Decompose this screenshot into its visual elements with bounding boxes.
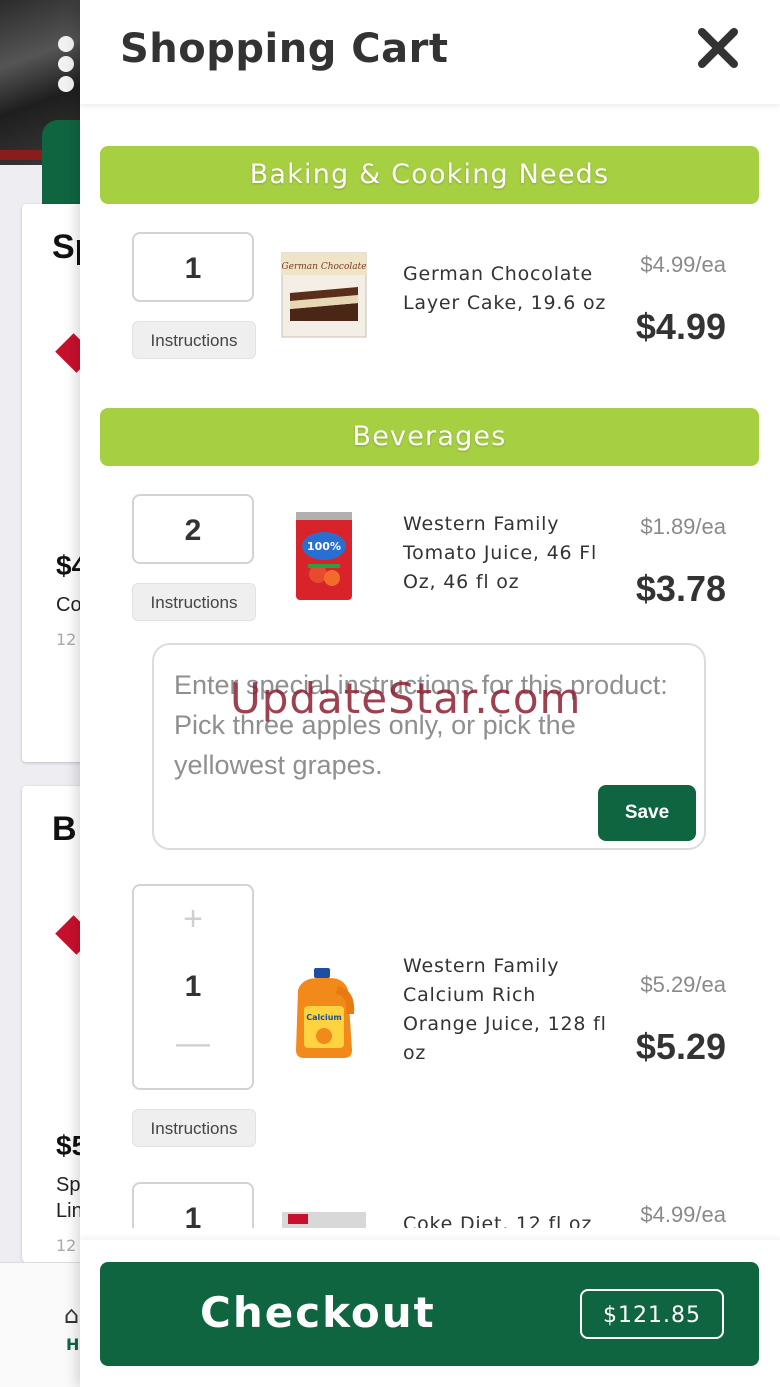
card-heading: B — [52, 810, 77, 848]
line-total: $4.99 — [635, 306, 726, 347]
instructions-button[interactable]: Instructions — [132, 321, 256, 359]
background-page: Sp $4 Co 12 B $5 Sp Lin 12 ⌂ H — [0, 0, 80, 1387]
quantity-field[interactable]: 2 — [132, 494, 254, 564]
home-nav-label[interactable]: H — [66, 1335, 79, 1354]
line-total: $3.78 — [635, 568, 726, 609]
cart-total-badge: $121.85 — [580, 1289, 724, 1339]
more-menu-icon[interactable] — [58, 36, 76, 96]
product-name[interactable]: German Chocolate Layer Cake, 19.6 oz — [403, 260, 613, 318]
close-icon[interactable] — [694, 24, 742, 72]
product-name[interactable]: Western Family Tomato Juice, 46 Fl Oz, 4… — [403, 510, 613, 597]
product-image-cake[interactable]: German Chocolate — [278, 249, 370, 341]
product-name[interactable]: Western Family Calcium Rich Orange Juice… — [403, 952, 613, 1068]
card-price: $5 — [56, 1130, 80, 1161]
line-total: $5.29 — [635, 1026, 726, 1067]
product-image-tomato-juice[interactable]: 100% — [278, 508, 370, 600]
cart-header: Shopping Cart — [80, 0, 780, 104]
sale-tag-icon — [55, 915, 80, 955]
card-product-size: 12 — [56, 630, 77, 649]
shopping-cart-drawer: Shopping Cart Baking & Cooking Needs 1 I… — [80, 0, 780, 1387]
unit-price: $4.99/ea — [640, 252, 726, 277]
unit-price: $5.29/ea — [640, 972, 726, 997]
cart-items-list[interactable]: Baking & Cooking Needs 1 Instructions Ge… — [80, 104, 780, 1228]
checkout-footer: Checkout $121.85 — [80, 1240, 780, 1387]
home-icon[interactable]: ⌂ — [64, 1301, 79, 1329]
checkout-button[interactable]: Checkout $121.85 — [100, 1262, 759, 1366]
quantity-field[interactable]: 1 — [132, 232, 254, 302]
product-image-coke-diet[interactable] — [278, 1210, 370, 1228]
bottom-nav: ⌂ H — [0, 1262, 80, 1387]
instructions-button[interactable]: Instructions — [132, 583, 256, 621]
background-card-b[interactable]: B $5 Sp Lin 12 — [22, 786, 80, 1262]
sale-tag-icon — [55, 333, 80, 373]
save-instructions-button[interactable]: Save — [598, 785, 696, 841]
product-name[interactable]: Coke Diet, 12 fl oz — [403, 1210, 613, 1228]
watermark: UpdateStar.com — [230, 674, 582, 723]
svg-text:100%: 100% — [307, 540, 341, 553]
quantity-field[interactable]: 1 — [132, 1182, 254, 1228]
quantity-stepper[interactable]: + 1 — — [132, 884, 254, 1090]
checkout-label: Checkout — [200, 1288, 436, 1337]
category-header-beverages: Beverages — [100, 408, 759, 466]
instructions-button[interactable]: Instructions — [132, 1109, 256, 1147]
card-product-name: Sp — [56, 1174, 80, 1196]
svg-text:German Chocolate: German Chocolate — [281, 262, 366, 272]
card-price: $4 — [56, 550, 80, 581]
product-image-orange-juice[interactable]: Calcium — [278, 966, 370, 1058]
unit-price: $1.89/ea — [640, 514, 726, 539]
card-product-name-line2: Lin — [56, 1200, 80, 1222]
svg-text:Calcium: Calcium — [306, 1013, 342, 1022]
card-product-name: Co — [56, 594, 80, 616]
quantity-value: 1 — [184, 970, 202, 1003]
unit-price: $4.99/ea — [640, 1202, 726, 1227]
increment-button[interactable]: + — [134, 900, 252, 939]
card-heading: Sp — [52, 228, 80, 266]
cart-title: Shopping Cart — [120, 26, 449, 72]
decrement-button[interactable]: — — [134, 1024, 252, 1063]
category-header-baking: Baking & Cooking Needs — [100, 146, 759, 204]
background-card-specials[interactable]: Sp $4 Co 12 — [22, 204, 80, 762]
card-product-size: 12 — [56, 1236, 77, 1255]
